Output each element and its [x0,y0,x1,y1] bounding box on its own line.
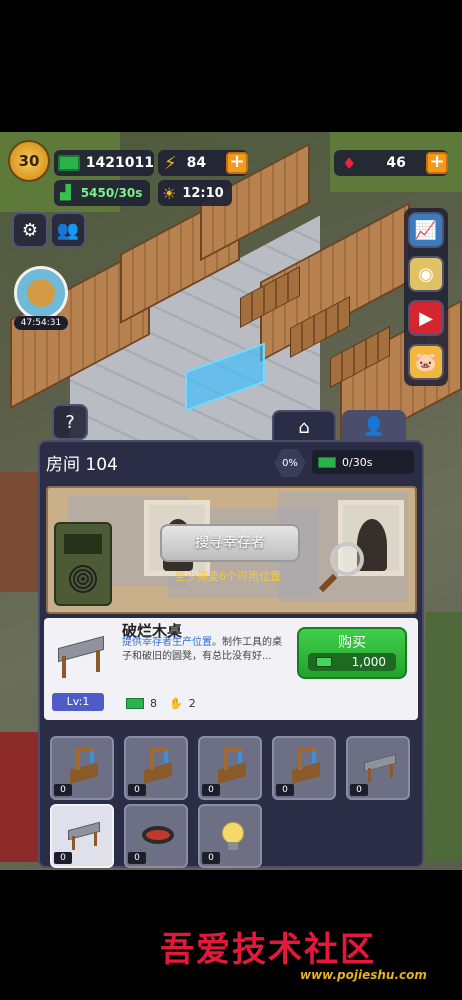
table-leg [96,650,100,672]
income-value: 5450/30s [80,186,143,200]
workbench-crane-icon [66,748,102,784]
piggy-bank-icon: 🐷 [414,351,438,373]
survivor-dog-avatar[interactable] [14,266,68,320]
ad-video-button[interactable]: ▶ [408,300,444,336]
item-slot[interactable]: 0 [124,804,188,868]
room-title: 房间 104 [46,455,118,475]
video-icon: ▶ [419,307,433,329]
income-rate: ▟ 5450/30s [54,180,150,206]
slot-count: 0 [54,852,72,864]
level-value: 30 [18,152,40,170]
cash-value: 1421011 [85,155,154,171]
slot-count: 0 [128,784,146,796]
cash-counter: 1421011 [54,150,154,176]
dog-icon [27,279,55,307]
slot-count: 0 [54,784,72,796]
hand-icon: ✋ [169,697,183,710]
cash-icon [318,456,336,468]
item-slot[interactable]: 0 [198,804,262,868]
broken-table-icon [52,630,108,686]
buy-price-value: 1,000 [351,655,386,669]
radio-speaker [68,564,98,594]
gem-value: 46 [386,155,406,171]
stat-hands-value: 2 [188,697,196,710]
workbench-crane-icon [214,748,250,784]
lucky-wheel-button[interactable]: ◉ [408,256,444,292]
item-slot[interactable]: 0 [50,736,114,800]
person-icon: 👤 [362,415,386,437]
item-description-highlight: 提供幸存者生产位置 [122,637,212,648]
production-rate: 0/30s [312,450,414,474]
item-slot[interactable]: 0 [50,804,114,868]
friends-button[interactable]: 👥 [50,212,86,248]
home-icon: ⌂ [298,416,310,438]
add-energy-button[interactable]: + [226,152,248,174]
wheel-icon: ◉ [418,263,434,285]
item-slot[interactable]: 0 [198,736,262,800]
tab-room[interactable]: ⌂ [272,410,336,442]
progress-value: 0% [282,457,298,469]
player-level-badge[interactable]: 30 [8,140,50,182]
search-survivors-button[interactable]: 搜寻幸存者 [160,524,300,562]
right-terrain [426,612,462,862]
day-clock: ☀ 12:10 [158,180,232,206]
clock-value: 12:10 [182,185,224,201]
item-stats: 8 ✋ 2 [126,697,196,710]
settings-button[interactable]: ⚙ [12,212,48,248]
slot-count: 0 [128,852,146,864]
slot-count: 0 [202,784,220,796]
gear-icon: ⚙ [21,219,39,241]
people-icon: 👥 [56,219,80,241]
radio-screen [64,534,102,554]
lightning-icon: ⚡ [164,152,177,174]
broken-table-icon [362,748,398,784]
buy-price: 1,000 [308,653,396,671]
buy-button-label: 购买 [338,635,366,651]
search-hint-text: 至少需要6个可用位置 [175,570,281,583]
piggy-bank-button[interactable]: 🐷 [408,344,444,380]
item-slot[interactable]: 0 [346,736,410,800]
workbench-crane-icon [288,748,324,784]
broken-table-icon [66,816,102,852]
slot-count: 0 [202,852,220,864]
production-value: 0/30s [342,455,373,469]
item-slot[interactable]: 0 [124,736,188,800]
add-gems-button[interactable]: + [426,152,448,174]
item-description: 提供幸存者生产位置。制作工具的桌子和破旧的圆凳，有总比没有好... [122,636,290,664]
sun-icon: ☀ [162,183,177,203]
energy-value: 84 [186,155,207,171]
game-screen: 30 1421011 ⚡ 84 + ♦ 46 + ▟ 5450/30s ☀ 12… [0,0,462,1000]
item-level-badge: Lv:1 [52,693,104,711]
watermark-text: 吾爱技术社区 [160,930,376,970]
item-slot[interactable]: 0 [272,736,336,800]
cash-icon [126,698,144,709]
help-button[interactable]: ? [52,404,88,440]
tab-survivors[interactable]: 👤 [342,410,406,442]
slot-count: 0 [350,784,368,796]
bear-trap-icon [140,816,176,852]
cash-icon [58,155,80,171]
cash-icon [316,657,332,667]
watermark-url: www.pojieshu.com [300,968,427,982]
magnifier-icon [330,542,364,576]
stat-cash-value: 8 [150,697,157,710]
workbench-crane-icon [140,748,176,784]
ruby-icon: ♦ [342,153,357,173]
light-bulb-icon [214,816,250,852]
walkie-talkie-icon [54,522,112,606]
red-seats-area [0,732,40,862]
growth-chart-icon: ▟ [60,185,71,201]
stats-button[interactable]: 📈 [408,212,444,248]
help-icon: ? [65,411,75,433]
survivor-timer: 47:54:31 [14,316,68,330]
table-leg [62,656,66,678]
slot-count: 0 [276,784,294,796]
stats-chart-icon: 📈 [414,219,438,241]
